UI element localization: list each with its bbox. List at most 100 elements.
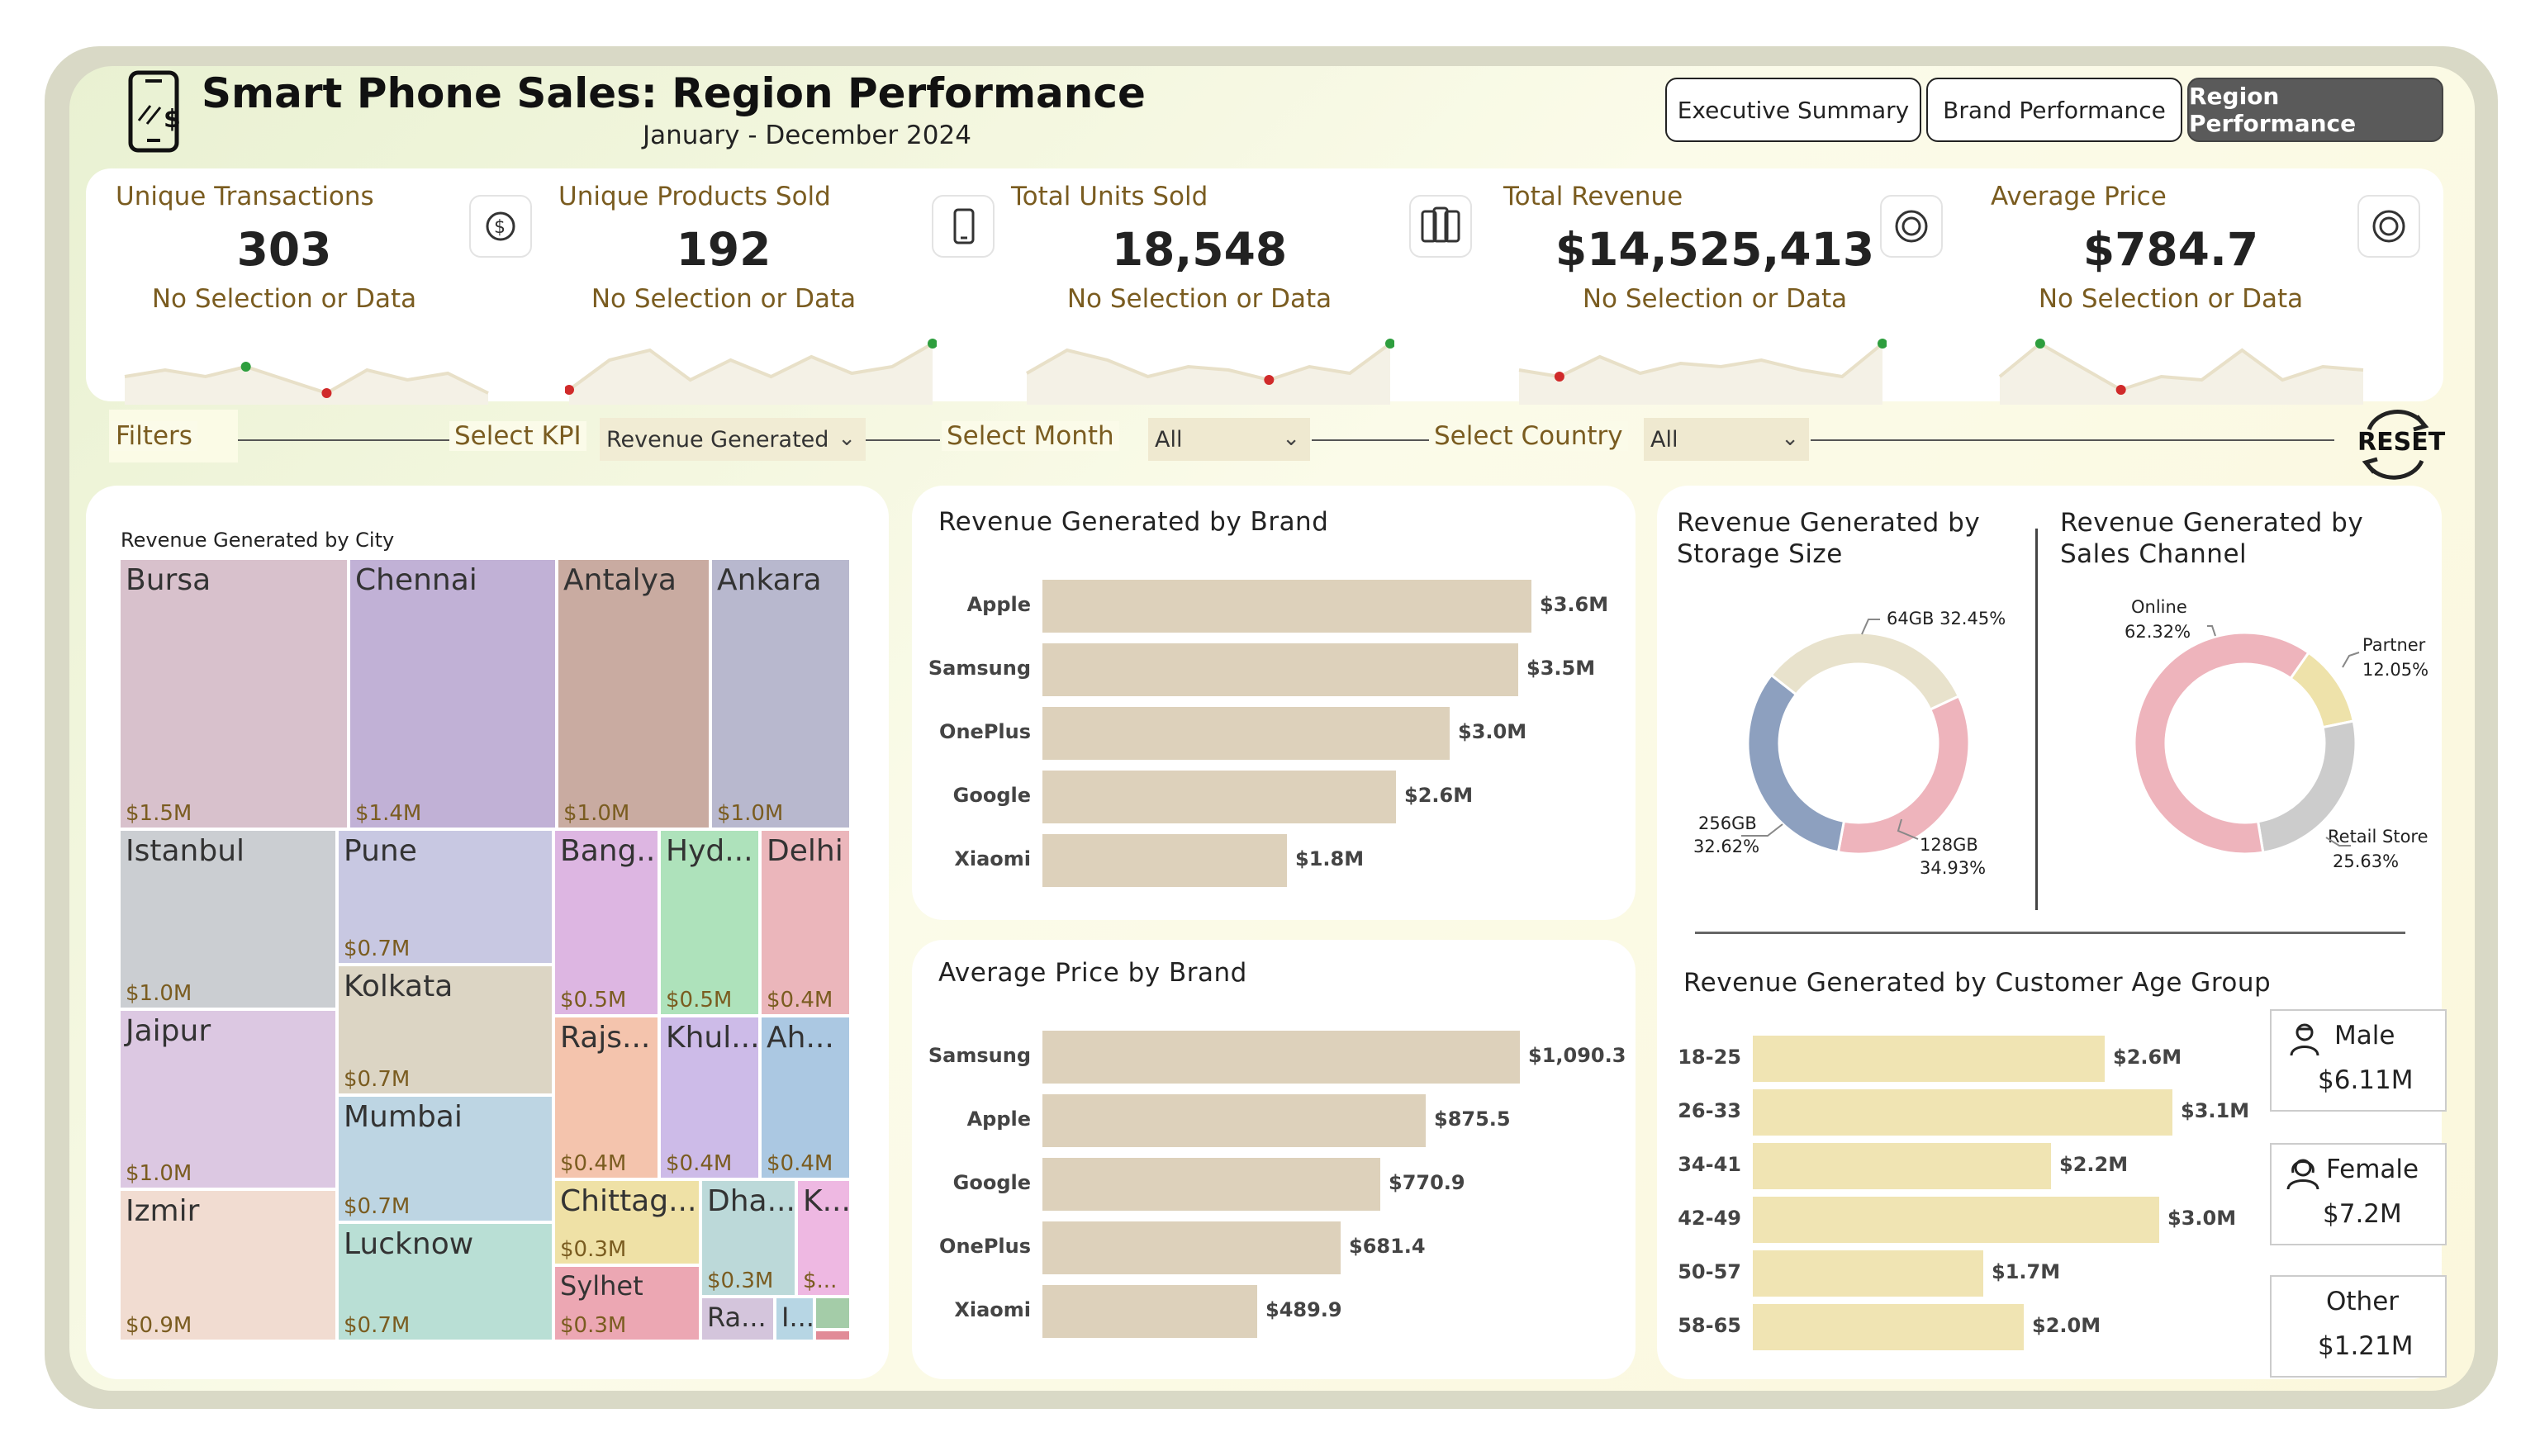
treemap-cell[interactable]: Pune $0.7M bbox=[337, 829, 553, 965]
bar-category-label: Google bbox=[952, 784, 1031, 807]
bar[interactable] bbox=[1753, 1036, 2105, 1082]
female-label: Female bbox=[2326, 1155, 2419, 1184]
treemap-cell[interactable]: Istanbul $1.0M bbox=[119, 829, 337, 1009]
filter-divider bbox=[1312, 439, 1431, 441]
kpi-dropdown[interactable]: Revenue Generated ⌄ bbox=[600, 418, 866, 461]
treemap-cell-name: Ah... bbox=[767, 1021, 834, 1055]
bar[interactable] bbox=[1042, 1221, 1341, 1274]
bar[interactable] bbox=[1042, 1285, 1257, 1338]
treemap-cell[interactable]: K... $... bbox=[796, 1179, 851, 1297]
bar[interactable] bbox=[1042, 1158, 1380, 1211]
treemap-cell-value: $0.7M bbox=[344, 937, 411, 961]
phones-icon bbox=[1409, 195, 1472, 258]
bar[interactable] bbox=[1042, 1031, 1520, 1084]
bar[interactable] bbox=[1753, 1089, 2172, 1136]
brand-performance-button[interactable]: Brand Performance bbox=[1926, 78, 2182, 142]
kpi-sparkline bbox=[1998, 339, 2364, 405]
treemap-cell-name: Jaipur bbox=[126, 1014, 211, 1048]
bar-value-label: $3.5M bbox=[1526, 657, 1596, 680]
bar[interactable] bbox=[1042, 1094, 1426, 1147]
kpi-label: Total Units Sold bbox=[1011, 182, 1208, 211]
bar-category-label: OnePlus bbox=[939, 1235, 1031, 1258]
treemap-cell[interactable]: Ra... bbox=[700, 1297, 775, 1341]
bar-category-label: Apple bbox=[966, 593, 1031, 616]
treemap-cell[interactable]: Jaipur $1.0M bbox=[119, 1009, 337, 1189]
bar[interactable] bbox=[1042, 643, 1518, 696]
treemap-cell[interactable] bbox=[814, 1297, 851, 1330]
treemap-cell[interactable]: Ah... $0.4M bbox=[760, 1016, 851, 1179]
treemap-title: Revenue Generated by City bbox=[121, 529, 395, 552]
page-title: Smart Phone Sales: Region Performance bbox=[202, 69, 1146, 117]
treemap-cell[interactable]: Dha... $0.3M bbox=[700, 1179, 796, 1297]
kpi-label: Average Price bbox=[1991, 182, 2167, 211]
treemap-cell-name: Bursa bbox=[126, 563, 211, 597]
treemap-cell[interactable]: Khul... $0.4M bbox=[659, 1016, 760, 1179]
treemap-cell[interactable]: Antalya $1.0M bbox=[557, 558, 710, 829]
treemap-cell[interactable]: Chennai $1.4M bbox=[349, 558, 557, 829]
bar-value-label: $3.6M bbox=[1540, 593, 1609, 616]
treemap-cell-value: $0.3M bbox=[560, 1313, 627, 1338]
bar-category-label: Samsung bbox=[928, 1044, 1031, 1067]
bar-category-label: 26-33 bbox=[1678, 1099, 1741, 1122]
country-dropdown[interactable]: All ⌄ bbox=[1644, 418, 1809, 461]
kpi-note: No Selection or Data bbox=[1066, 284, 1332, 314]
svg-text:$: $ bbox=[494, 217, 506, 238]
bar[interactable] bbox=[1753, 1143, 2051, 1189]
treemap-cell-name: Ankara bbox=[717, 563, 822, 597]
other-value: $1.21M bbox=[2318, 1331, 2414, 1361]
bar[interactable] bbox=[1753, 1250, 1983, 1297]
smartphone-money-icon: $ bbox=[128, 70, 181, 153]
storage-donut-title: Revenue Generated by Storage Size bbox=[1677, 508, 1981, 569]
filter-divider bbox=[866, 439, 940, 441]
bar[interactable] bbox=[1042, 707, 1450, 760]
kpi-label: Total Revenue bbox=[1503, 182, 1683, 211]
treemap-cell[interactable]: I... bbox=[775, 1297, 814, 1341]
bar[interactable] bbox=[1042, 771, 1396, 823]
bar-value-label: $2.0M bbox=[2032, 1314, 2101, 1337]
kpi-note: No Selection or Data bbox=[151, 284, 417, 314]
kpi-sparkline bbox=[124, 362, 489, 405]
bar-value-label: $1.8M bbox=[1295, 847, 1365, 870]
treemap-cell[interactable]: Lucknow $0.7M bbox=[337, 1222, 553, 1341]
bar-category-label: Samsung bbox=[928, 657, 1031, 680]
treemap-cell[interactable]: Chittag... $0.3M bbox=[553, 1179, 700, 1265]
treemap-cell[interactable]: Ankara $1.0M bbox=[710, 558, 851, 829]
month-dropdown-value: All bbox=[1155, 426, 1183, 453]
treemap-cell[interactable]: Mumbai $0.7M bbox=[337, 1095, 553, 1222]
other-label: Other bbox=[2326, 1287, 2400, 1316]
treemap-cell[interactable]: Izmir $0.9M bbox=[119, 1189, 337, 1341]
male-value: $6.11M bbox=[2318, 1065, 2414, 1095]
treemap-cell-name: I... bbox=[781, 1302, 814, 1333]
bar-category-label: 58-65 bbox=[1678, 1314, 1741, 1337]
executive-summary-button[interactable]: Executive Summary bbox=[1665, 78, 1921, 142]
reset-button[interactable]: RESET bbox=[2352, 406, 2445, 482]
sparkline-point bbox=[321, 388, 332, 398]
bar-category-label: Apple bbox=[966, 1107, 1031, 1131]
bar-value-label: $681.4 bbox=[1349, 1235, 1426, 1258]
region-performance-button[interactable]: Region Performance bbox=[2187, 78, 2443, 142]
treemap-cell[interactable]: Sylhet $0.3M bbox=[553, 1265, 700, 1341]
treemap-cell[interactable]: Hyd... $0.5M bbox=[659, 829, 760, 1016]
chevron-down-icon: ⌄ bbox=[1282, 426, 1300, 451]
storage-leader-lines bbox=[1741, 619, 1919, 840]
month-dropdown[interactable]: All ⌄ bbox=[1148, 418, 1310, 461]
treemap-cell[interactable] bbox=[814, 1330, 851, 1341]
coin-icon bbox=[1880, 195, 1943, 258]
treemap-cell[interactable]: Bang... $0.5M bbox=[553, 829, 659, 1016]
bar-value-label: $2.6M bbox=[2113, 1046, 2182, 1069]
bar[interactable] bbox=[1042, 580, 1531, 633]
treemap-cell-value: $1.0M bbox=[126, 981, 192, 1006]
bar[interactable] bbox=[1753, 1197, 2159, 1243]
female-icon bbox=[2286, 1159, 2319, 1190]
bar[interactable] bbox=[1042, 834, 1287, 887]
treemap-cell[interactable]: Rajs... $0.4M bbox=[553, 1016, 659, 1179]
bar-value-label: $2.6M bbox=[1404, 784, 1474, 807]
bar[interactable] bbox=[1753, 1304, 2024, 1350]
treemap-cell-name: Rajs... bbox=[560, 1021, 651, 1055]
treemap-cell[interactable]: Bursa $1.5M bbox=[119, 558, 349, 829]
treemap-cell[interactable]: Delhi $0.4M bbox=[760, 829, 851, 1016]
brand-revenue-title: Revenue Generated by Brand bbox=[938, 507, 1329, 537]
brand-price-title: Average Price by Brand bbox=[938, 958, 1247, 988]
treemap-cell[interactable]: Kolkata $0.7M bbox=[337, 965, 553, 1095]
kpi-note: No Selection or Data bbox=[2038, 284, 2304, 314]
